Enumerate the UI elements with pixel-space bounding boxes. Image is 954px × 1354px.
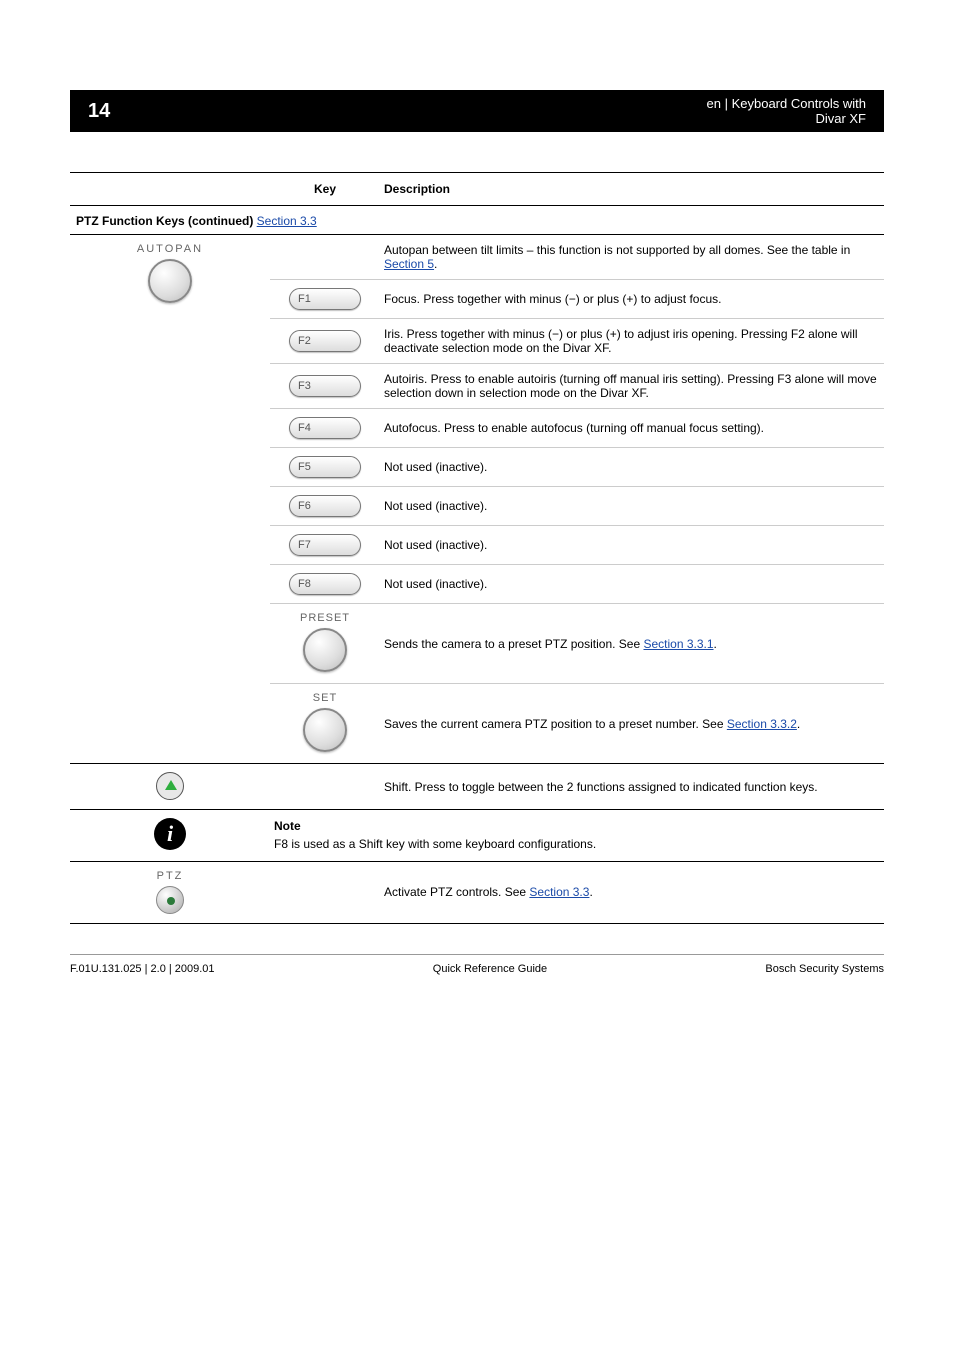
f1-desc: Focus. Press together with minus (−) or … bbox=[380, 280, 884, 319]
section-ptz-title: PTZ Function Keys (continued) bbox=[76, 214, 253, 228]
f2-row: F2 Iris. Press together with minus (−) o… bbox=[270, 319, 884, 364]
footer-right: Bosch Security Systems bbox=[765, 963, 884, 975]
set-link[interactable]: Section 3.3.2 bbox=[727, 717, 797, 731]
f8-note-row: i Note F8 is used as a Shift key with so… bbox=[70, 810, 884, 861]
note-text: F8 is used as a Shift key with some keyb… bbox=[274, 836, 880, 852]
col-header-key: Key bbox=[270, 173, 380, 206]
autopan-subtable: Autopan between tilt limits – this funct… bbox=[270, 235, 884, 763]
shift-up-arrow-icon bbox=[156, 772, 184, 800]
header-right-line2: Divar XF bbox=[707, 111, 866, 126]
ptz-led-icon bbox=[167, 897, 175, 905]
autopan-desc-row: Autopan between tilt limits – this funct… bbox=[270, 235, 884, 280]
ptz-desc-post: . bbox=[589, 885, 592, 899]
f5-key-icon: F5 bbox=[289, 456, 361, 478]
shift-desc: Shift. Press to toggle between the 2 fun… bbox=[380, 764, 884, 810]
autopan-button-icon bbox=[148, 259, 192, 303]
f1-key-icon: F1 bbox=[289, 288, 361, 310]
note-heading: Note bbox=[274, 818, 880, 834]
page-number: 14 bbox=[88, 100, 707, 123]
section-ptz-heading-row: PTZ Function Keys (continued) Section 3.… bbox=[70, 206, 884, 235]
ptz-function-table: Key Description PTZ Function Keys (conti… bbox=[70, 172, 884, 924]
f6-row: F6 Not used (inactive). bbox=[270, 487, 884, 526]
section-ptz-link[interactable]: Section 3.3 bbox=[257, 214, 317, 228]
ptz-desc-pre: Activate PTZ controls. See bbox=[384, 885, 529, 899]
f5-row: F5 Not used (inactive). bbox=[270, 448, 884, 487]
f2-desc: Iris. Press together with minus (−) or p… bbox=[380, 319, 884, 364]
ptz-row: PTZ Activate PTZ controls. See Section 3… bbox=[70, 861, 884, 923]
footer-left: F.01U.131.025 | 2.0 | 2009.01 bbox=[70, 963, 215, 975]
f8-desc: Not used (inactive). bbox=[380, 565, 884, 604]
header-right: en | Keyboard Controls with Divar XF bbox=[707, 96, 866, 126]
shift-row: Shift. Press to toggle between the 2 fun… bbox=[70, 764, 884, 810]
f7-row: F7 Not used (inactive). bbox=[270, 526, 884, 565]
page-footer: F.01U.131.025 | 2.0 | 2009.01 Quick Refe… bbox=[70, 963, 884, 975]
page-header-bar: 14 en | Keyboard Controls with Divar XF bbox=[70, 90, 884, 132]
col-header-blank bbox=[70, 173, 270, 206]
col-header-desc: Description bbox=[380, 173, 884, 206]
ptz-link[interactable]: Section 3.3 bbox=[529, 885, 589, 899]
table-header-row: Key Description bbox=[70, 173, 884, 206]
autopan-desc-text: Autopan between tilt limits – this funct… bbox=[384, 243, 850, 257]
f6-key-icon: F6 bbox=[289, 495, 361, 517]
f1-row: F1 Focus. Press together with minus (−) … bbox=[270, 280, 884, 319]
preset-desc-pre: Sends the camera to a preset PTZ positio… bbox=[384, 637, 643, 651]
info-icon: i bbox=[154, 818, 186, 850]
preset-desc-post: . bbox=[714, 637, 717, 651]
f7-key-icon: F7 bbox=[289, 534, 361, 556]
ptz-label: PTZ bbox=[74, 870, 266, 882]
set-desc-post: . bbox=[797, 717, 800, 731]
f3-key-icon: F3 bbox=[289, 375, 361, 397]
f7-desc: Not used (inactive). bbox=[380, 526, 884, 565]
footer-rule bbox=[70, 954, 884, 955]
header-right-line1: en | Keyboard Controls with bbox=[707, 96, 866, 111]
f8-row: F8 Not used (inactive). bbox=[270, 565, 884, 604]
f4-row: F4 Autofocus. Press to enable autofocus … bbox=[270, 409, 884, 448]
set-row: SET Saves the current camera PTZ positio… bbox=[270, 684, 884, 764]
ptz-button-icon bbox=[156, 886, 184, 914]
f4-key-icon: F4 bbox=[289, 417, 361, 439]
autopan-key-label: AUTOPAN bbox=[74, 243, 266, 255]
f8-key-icon: F8 bbox=[289, 573, 361, 595]
preset-label: PRESET bbox=[274, 612, 376, 624]
set-desc-pre: Saves the current camera PTZ position to… bbox=[384, 717, 727, 731]
f5-desc: Not used (inactive). bbox=[380, 448, 884, 487]
f3-desc: Autoiris. Press to enable autoiris (turn… bbox=[380, 364, 884, 409]
preset-button-icon bbox=[303, 628, 347, 672]
f3-row: F3 Autoiris. Press to enable autoiris (t… bbox=[270, 364, 884, 409]
set-label: SET bbox=[274, 692, 376, 704]
autopan-desc-link[interactable]: Section 5 bbox=[384, 257, 434, 271]
autopan-row: AUTOPAN Autopan between tilt limits – th… bbox=[70, 235, 884, 764]
f6-desc: Not used (inactive). bbox=[380, 487, 884, 526]
preset-row: PRESET Sends the camera to a preset PTZ … bbox=[270, 604, 884, 684]
f2-key-icon: F2 bbox=[289, 330, 361, 352]
footer-center: Quick Reference Guide bbox=[433, 963, 547, 975]
set-button-icon bbox=[303, 708, 347, 752]
f4-desc: Autofocus. Press to enable autofocus (tu… bbox=[380, 409, 884, 448]
preset-link[interactable]: Section 3.3.1 bbox=[643, 637, 713, 651]
